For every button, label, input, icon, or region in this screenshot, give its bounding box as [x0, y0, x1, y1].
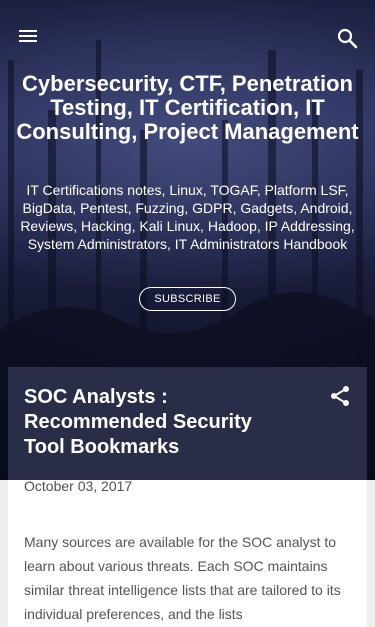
post-snippet: Many sources are available for the SOC a… — [24, 534, 341, 622]
post-card: SOC Analysts : Recommended Security Tool… — [8, 367, 367, 627]
hamburger-menu-icon[interactable] — [16, 24, 40, 48]
post-header: SOC Analysts : Recommended Security Tool… — [8, 367, 367, 480]
subscribe-button[interactable]: SUBSCRIBE — [139, 287, 236, 311]
blog-title[interactable]: Cybersecurity, CTF, Penetration Testing,… — [10, 72, 365, 144]
post-title[interactable]: SOC Analysts : Recommended Security Tool… — [24, 385, 294, 460]
top-bar — [0, 0, 375, 70]
blog-description: IT Certifications notes, Linux, TOGAF, P… — [20, 182, 355, 252]
post-date[interactable]: October 03, 2017 — [24, 478, 274, 494]
search-icon[interactable] — [335, 26, 359, 50]
share-icon[interactable] — [328, 384, 352, 408]
